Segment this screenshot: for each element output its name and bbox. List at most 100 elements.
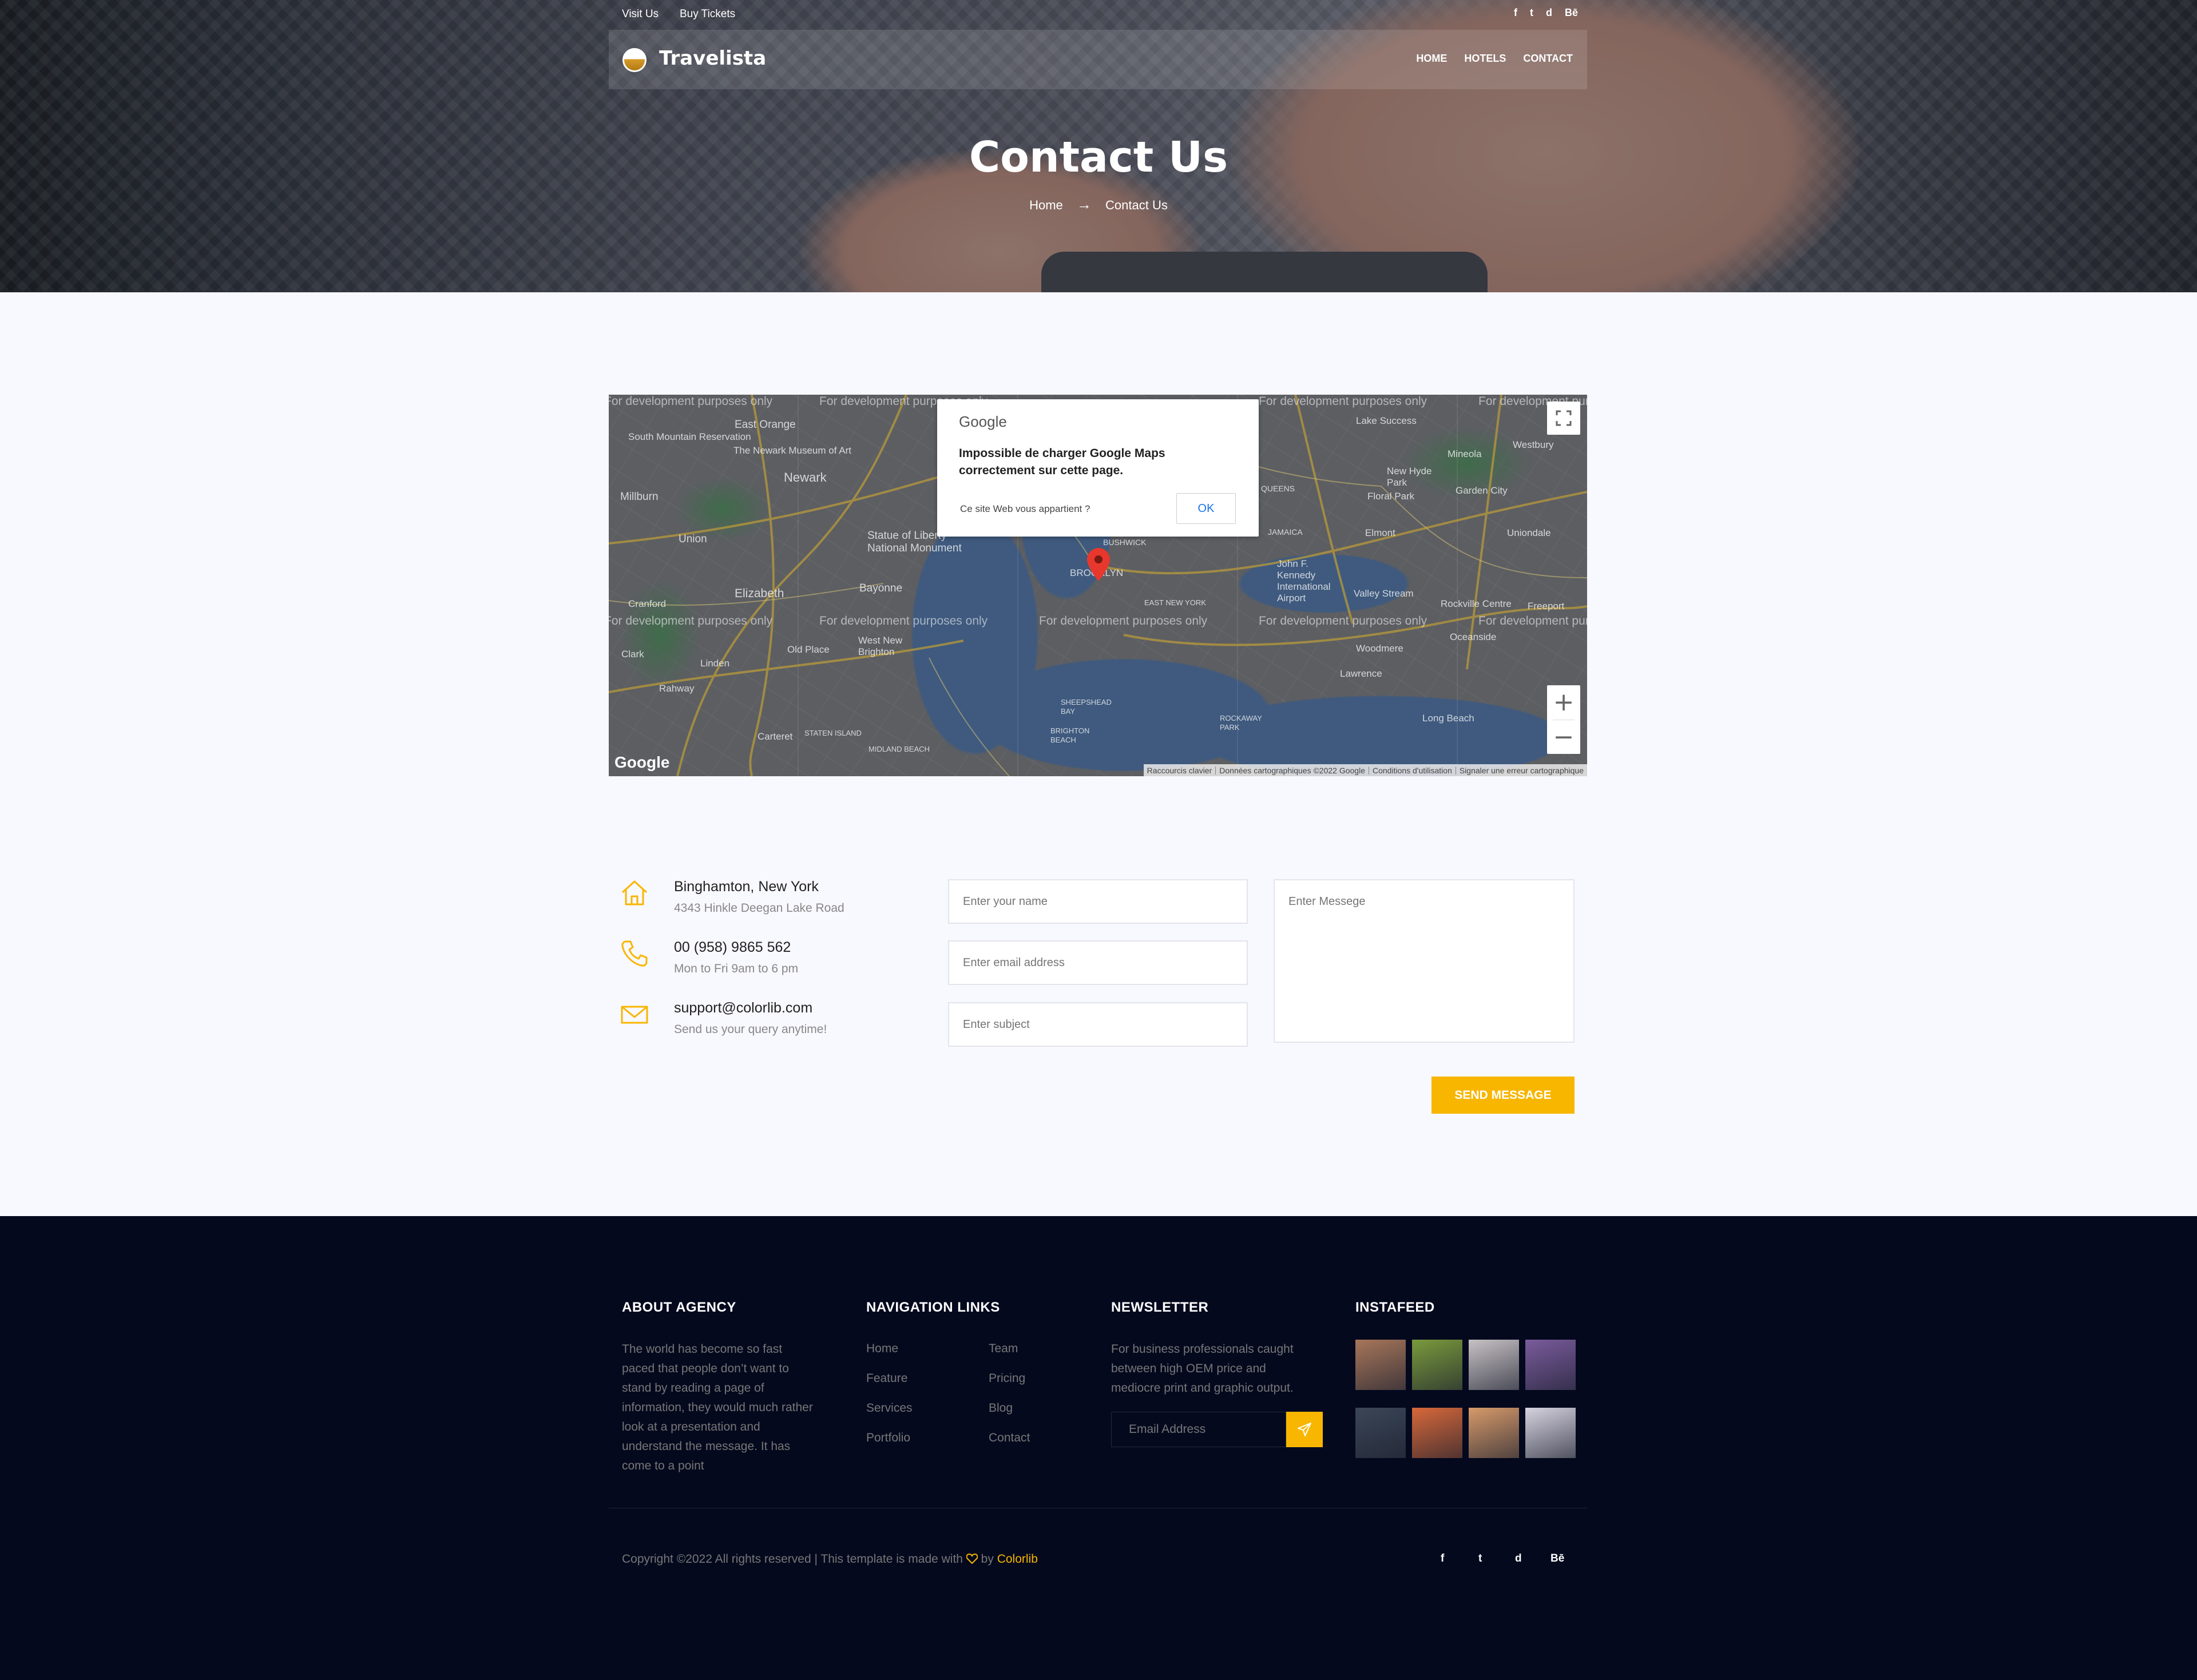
footer-link-feature[interactable]: Feature (866, 1372, 907, 1385)
topbar-social: f t d Bē (1514, 7, 1578, 19)
name-input[interactable] (963, 895, 1233, 908)
footer-facebook-icon[interactable]: f (1441, 1552, 1444, 1565)
instafeed-image[interactable] (1355, 1340, 1406, 1390)
footer-twitter-icon[interactable]: t (1478, 1552, 1482, 1565)
breadcrumb: Home → Contact Us (0, 196, 2197, 213)
footer-link-pricing[interactable]: Pricing (989, 1372, 1025, 1385)
map-place-label: SHEEPSHEAD BAY (1061, 698, 1112, 716)
map-place-label: JAMAICA (1268, 527, 1303, 537)
map-watermark: For development purposes only (819, 614, 988, 627)
send-message-button[interactable]: Send Message (1431, 1077, 1575, 1114)
message-textarea[interactable] (1288, 895, 1560, 1032)
footer-link-team[interactable]: Team (989, 1342, 1018, 1356)
map-place-label: Union (679, 533, 707, 545)
map-place-label: Westbury (1513, 439, 1554, 450)
newsletter-submit-button[interactable] (1286, 1412, 1323, 1447)
map-place-label: Garden City (1456, 485, 1508, 496)
footer-link-contact[interactable]: Contact (989, 1431, 1030, 1445)
instafeed-image[interactable] (1412, 1340, 1462, 1390)
nav-contact[interactable]: CONTACT (1523, 53, 1573, 65)
name-field[interactable] (948, 879, 1248, 924)
map-place-label: Uniondale (1507, 527, 1551, 538)
instafeed-image[interactable] (1525, 1408, 1576, 1458)
map-place-label: Newark (784, 470, 827, 484)
zoom-out-button[interactable]: − (1547, 720, 1580, 754)
nav-menu: HOME HOTELS CONTACT (1416, 53, 1573, 65)
logo-icon[interactable] (622, 48, 647, 72)
map-place-label: Rockville Centre (1441, 598, 1512, 609)
heart-icon (966, 1553, 978, 1564)
map-footer-terms[interactable]: Conditions d'utilisation (1373, 766, 1452, 775)
footer-link-services[interactable]: Services (866, 1401, 913, 1415)
map-footer-shortcuts[interactable]: Raccourcis clavier (1147, 766, 1212, 775)
instafeed-image[interactable] (1355, 1408, 1406, 1458)
map-place-label: Lake Success (1356, 415, 1417, 426)
footer-link-blog[interactable]: Blog (989, 1401, 1013, 1415)
phone-icon (621, 940, 648, 967)
instafeed-image[interactable] (1469, 1340, 1519, 1390)
dribbble-icon[interactable]: d (1546, 7, 1552, 19)
mail-icon (621, 1006, 648, 1024)
footer-link-home[interactable]: Home (866, 1342, 898, 1356)
map-place-label: Linden (700, 658, 730, 669)
subject-field[interactable] (948, 1002, 1248, 1047)
newsletter-email-input[interactable]: Email Address (1111, 1412, 1286, 1447)
map-pin-icon[interactable] (1087, 548, 1110, 581)
map-place-label: West New Brighton (858, 635, 903, 657)
map-place-label: Old Place (787, 644, 830, 655)
dialog-ok-button[interactable]: OK (1176, 493, 1236, 524)
topbar-visit-us-link[interactable]: Visit Us (622, 8, 659, 21)
map-place-label: BUSHWICK (1103, 538, 1147, 547)
map-watermark: For development purposes only (609, 614, 773, 627)
email-field[interactable] (948, 940, 1248, 985)
instafeed-image[interactable] (1412, 1408, 1462, 1458)
topbar-buy-tickets-link[interactable]: Buy Tickets (680, 8, 735, 21)
footer-newsletter-line: between high OEM price and (1111, 1362, 1266, 1375)
copyright-prefix: Copyright ©2022 All rights reserved | Th… (622, 1552, 963, 1566)
nav-hotels[interactable]: HOTELS (1464, 53, 1506, 65)
map-place-label: Mineola (1448, 448, 1482, 459)
map-footer-report[interactable]: Signaler une erreur cartographique (1460, 766, 1584, 775)
fullscreen-button[interactable] (1547, 402, 1580, 435)
breadcrumb-home[interactable]: Home (1029, 198, 1063, 212)
colorlib-link[interactable]: Colorlib (997, 1552, 1038, 1566)
footer-link-portfolio[interactable]: Portfolio (866, 1431, 910, 1445)
instafeed-image[interactable] (1469, 1408, 1519, 1458)
contact-phone-title[interactable]: 00 (958) 9865 562 (674, 939, 791, 956)
contact-email-title[interactable]: support@colorlib.com (674, 1000, 812, 1016)
footer-newsletter-line: mediocre print and graphic output. (1111, 1381, 1294, 1395)
footer-newsletter-text: For business professionals caught betwee… (1111, 1340, 1340, 1398)
twitter-icon[interactable]: t (1530, 7, 1533, 19)
map-footer-data: Données cartographiques ©2022 Google (1219, 765, 1365, 775)
map-place-label: BRIGHTON BEACH (1050, 726, 1090, 744)
email-input[interactable] (963, 956, 1233, 970)
subject-input[interactable] (963, 1018, 1233, 1031)
google-logo[interactable]: Google (614, 753, 669, 772)
map-place-label: John F. Kennedy International Airport (1277, 558, 1331, 603)
map-place-label: Freeport (1528, 601, 1565, 611)
map-place-label: ROCKAWAY PARK (1220, 714, 1262, 732)
footer-about-line: paced that people don’t want to (622, 1362, 789, 1375)
page-title: Contact Us (969, 133, 1228, 182)
footer-about-line: come to a point (622, 1459, 704, 1472)
facebook-icon[interactable]: f (1514, 7, 1517, 19)
map-place-label: Woodmere (1356, 643, 1403, 654)
behance-icon[interactable]: Bē (1565, 7, 1578, 19)
google-map[interactable]: For development purposes only For develo… (609, 395, 1587, 776)
footer-about-line: understand the message. It has (622, 1440, 791, 1453)
dialog-owner-question[interactable]: Ce site Web vous appartient ? (960, 503, 1090, 515)
footer-dribbble-icon[interactable]: d (1515, 1552, 1522, 1565)
instafeed-image[interactable] (1525, 1340, 1576, 1390)
paper-plane-icon (1298, 1423, 1311, 1436)
footer-behance-icon[interactable]: Bē (1550, 1552, 1564, 1565)
message-field[interactable] (1274, 879, 1575, 1043)
zoom-in-button[interactable]: + (1547, 685, 1580, 720)
copyright-by: by (981, 1552, 994, 1566)
brand-logo[interactable]: Travelista (659, 47, 766, 70)
nav-home[interactable]: HOME (1416, 53, 1447, 65)
map-place-label: Cranford (628, 598, 667, 609)
map-place-label: Millburn (620, 491, 659, 503)
map-place-label: EAST NEW YORK (1144, 598, 1206, 607)
dialog-message: Impossible de charger Google Maps correc… (959, 447, 1165, 477)
footer-about-line: The world has become so fast (622, 1343, 783, 1356)
